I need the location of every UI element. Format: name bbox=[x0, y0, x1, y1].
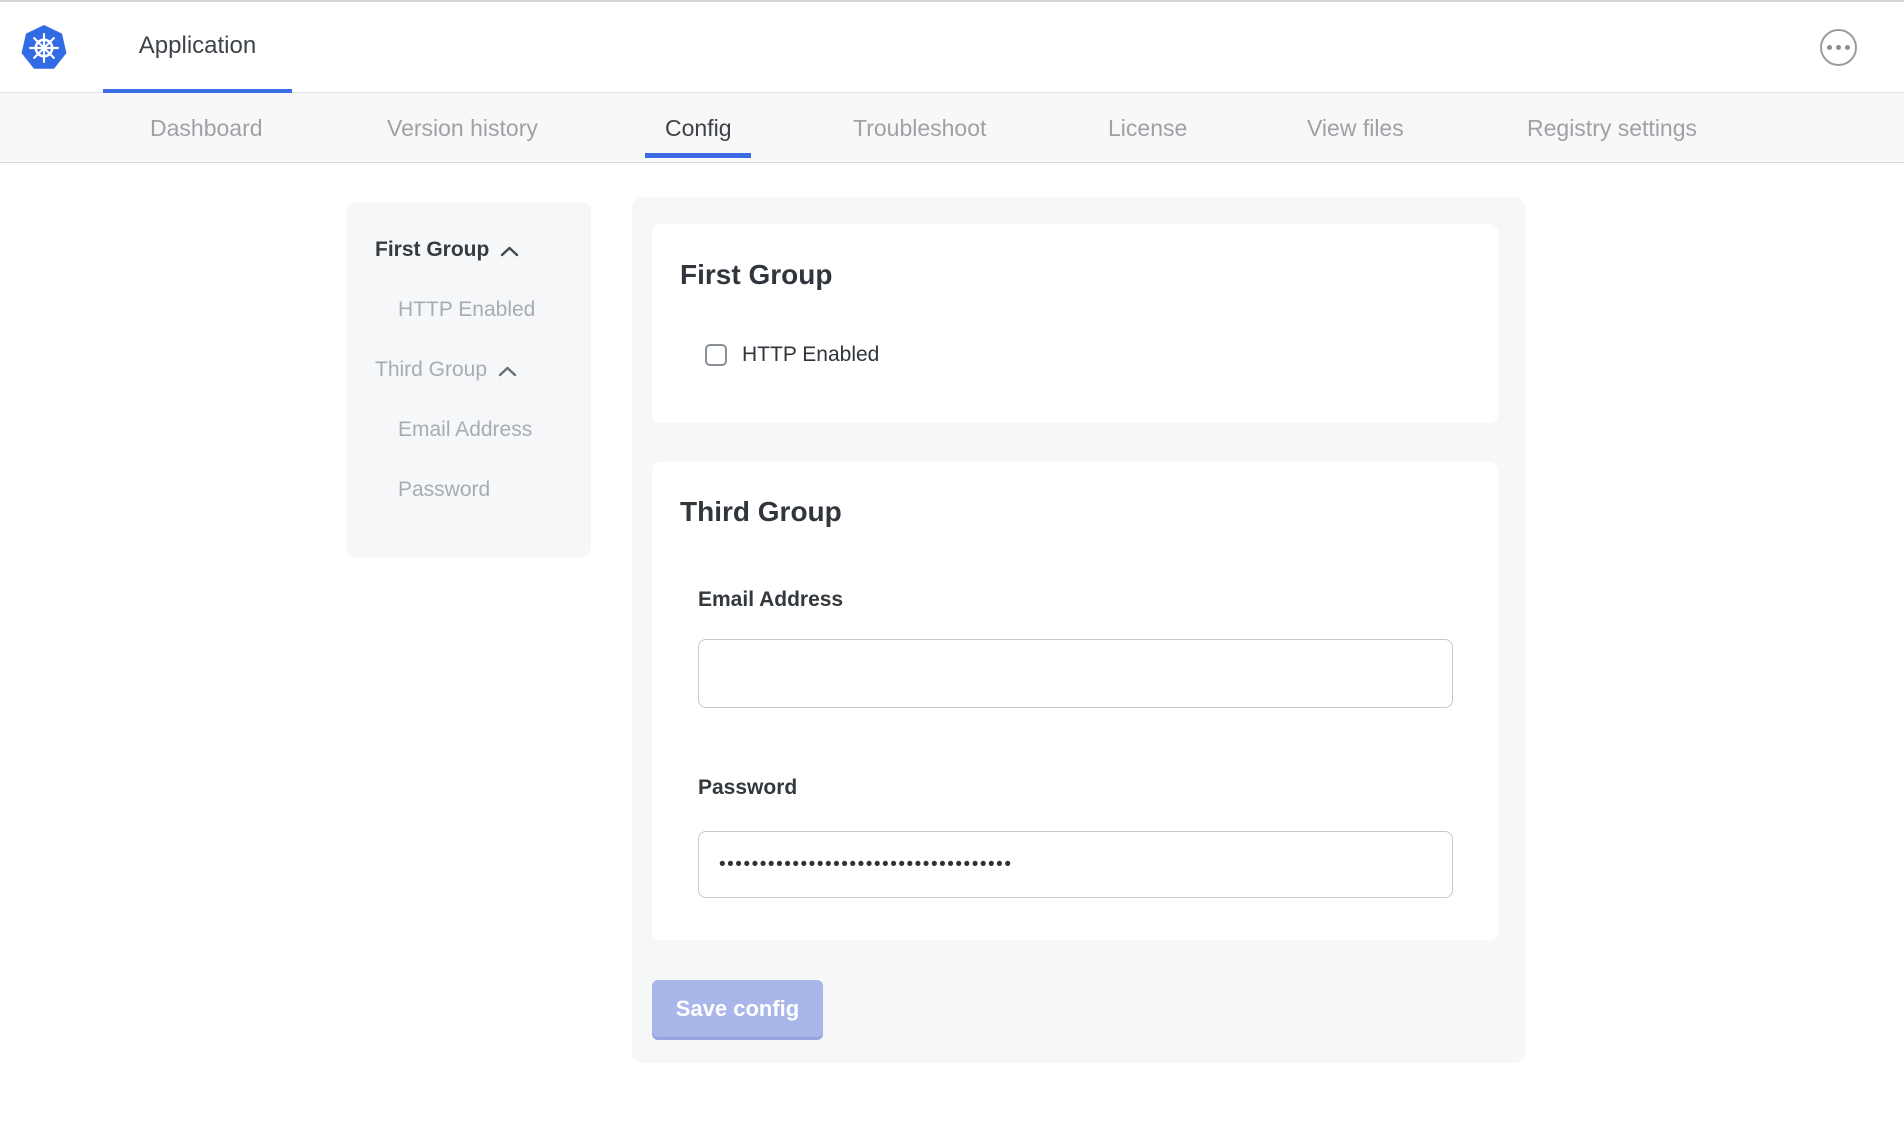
sidebar-item-label: First Group bbox=[375, 238, 489, 262]
tab-version-history[interactable]: Version history bbox=[367, 93, 558, 163]
sidebar-item-label: Password bbox=[398, 478, 490, 502]
password-input[interactable] bbox=[698, 831, 1453, 898]
email-address-label: Email Address bbox=[698, 589, 843, 610]
kubernetes-icon bbox=[18, 24, 70, 72]
tab-license[interactable]: License bbox=[1088, 93, 1207, 163]
tab-dashboard[interactable]: Dashboard bbox=[130, 93, 283, 163]
config-group-third: Third Group Email Address Password bbox=[652, 462, 1498, 940]
ellipsis-icon[interactable] bbox=[1820, 29, 1857, 66]
sidebar-item-email-address[interactable]: Email Address bbox=[347, 418, 591, 442]
sidebar-item-first-group[interactable]: First Group bbox=[347, 238, 591, 262]
email-address-input[interactable] bbox=[698, 639, 1453, 708]
config-groups-sidebar: First Group HTTP Enabled Third Group Ema… bbox=[347, 202, 591, 557]
group-title: First Group bbox=[680, 261, 832, 289]
app-header: Application bbox=[0, 0, 1904, 93]
sidebar-item-third-group[interactable]: Third Group bbox=[347, 358, 591, 382]
config-panel: First Group HTTP Enabled Third Group Ema… bbox=[632, 197, 1525, 1063]
sidebar-item-label: HTTP Enabled bbox=[398, 298, 535, 322]
config-subnav: Dashboard Version history Config Trouble… bbox=[0, 93, 1904, 163]
http-enabled-field: HTTP Enabled bbox=[705, 343, 879, 367]
chevron-up-icon[interactable] bbox=[500, 246, 519, 257]
tab-troubleshoot[interactable]: Troubleshoot bbox=[833, 93, 1006, 163]
tab-application[interactable]: Application bbox=[103, 2, 292, 94]
checkbox-label[interactable]: HTTP Enabled bbox=[742, 343, 879, 367]
sidebar-item-label: Email Address bbox=[398, 418, 532, 442]
tab-view-files[interactable]: View files bbox=[1287, 93, 1424, 163]
sidebar-item-label: Third Group bbox=[375, 358, 487, 382]
group-title: Third Group bbox=[680, 498, 842, 526]
http-enabled-checkbox[interactable] bbox=[705, 344, 727, 366]
tab-config[interactable]: Config bbox=[645, 93, 751, 163]
chevron-up-icon[interactable] bbox=[498, 366, 517, 377]
sidebar-item-http-enabled[interactable]: HTTP Enabled bbox=[347, 298, 591, 322]
config-group-first: First Group HTTP Enabled bbox=[652, 224, 1498, 423]
tab-registry-settings[interactable]: Registry settings bbox=[1507, 93, 1717, 163]
password-label: Password bbox=[698, 777, 797, 798]
sidebar-item-password[interactable]: Password bbox=[347, 478, 591, 502]
save-config-button[interactable]: Save config bbox=[652, 980, 823, 1037]
